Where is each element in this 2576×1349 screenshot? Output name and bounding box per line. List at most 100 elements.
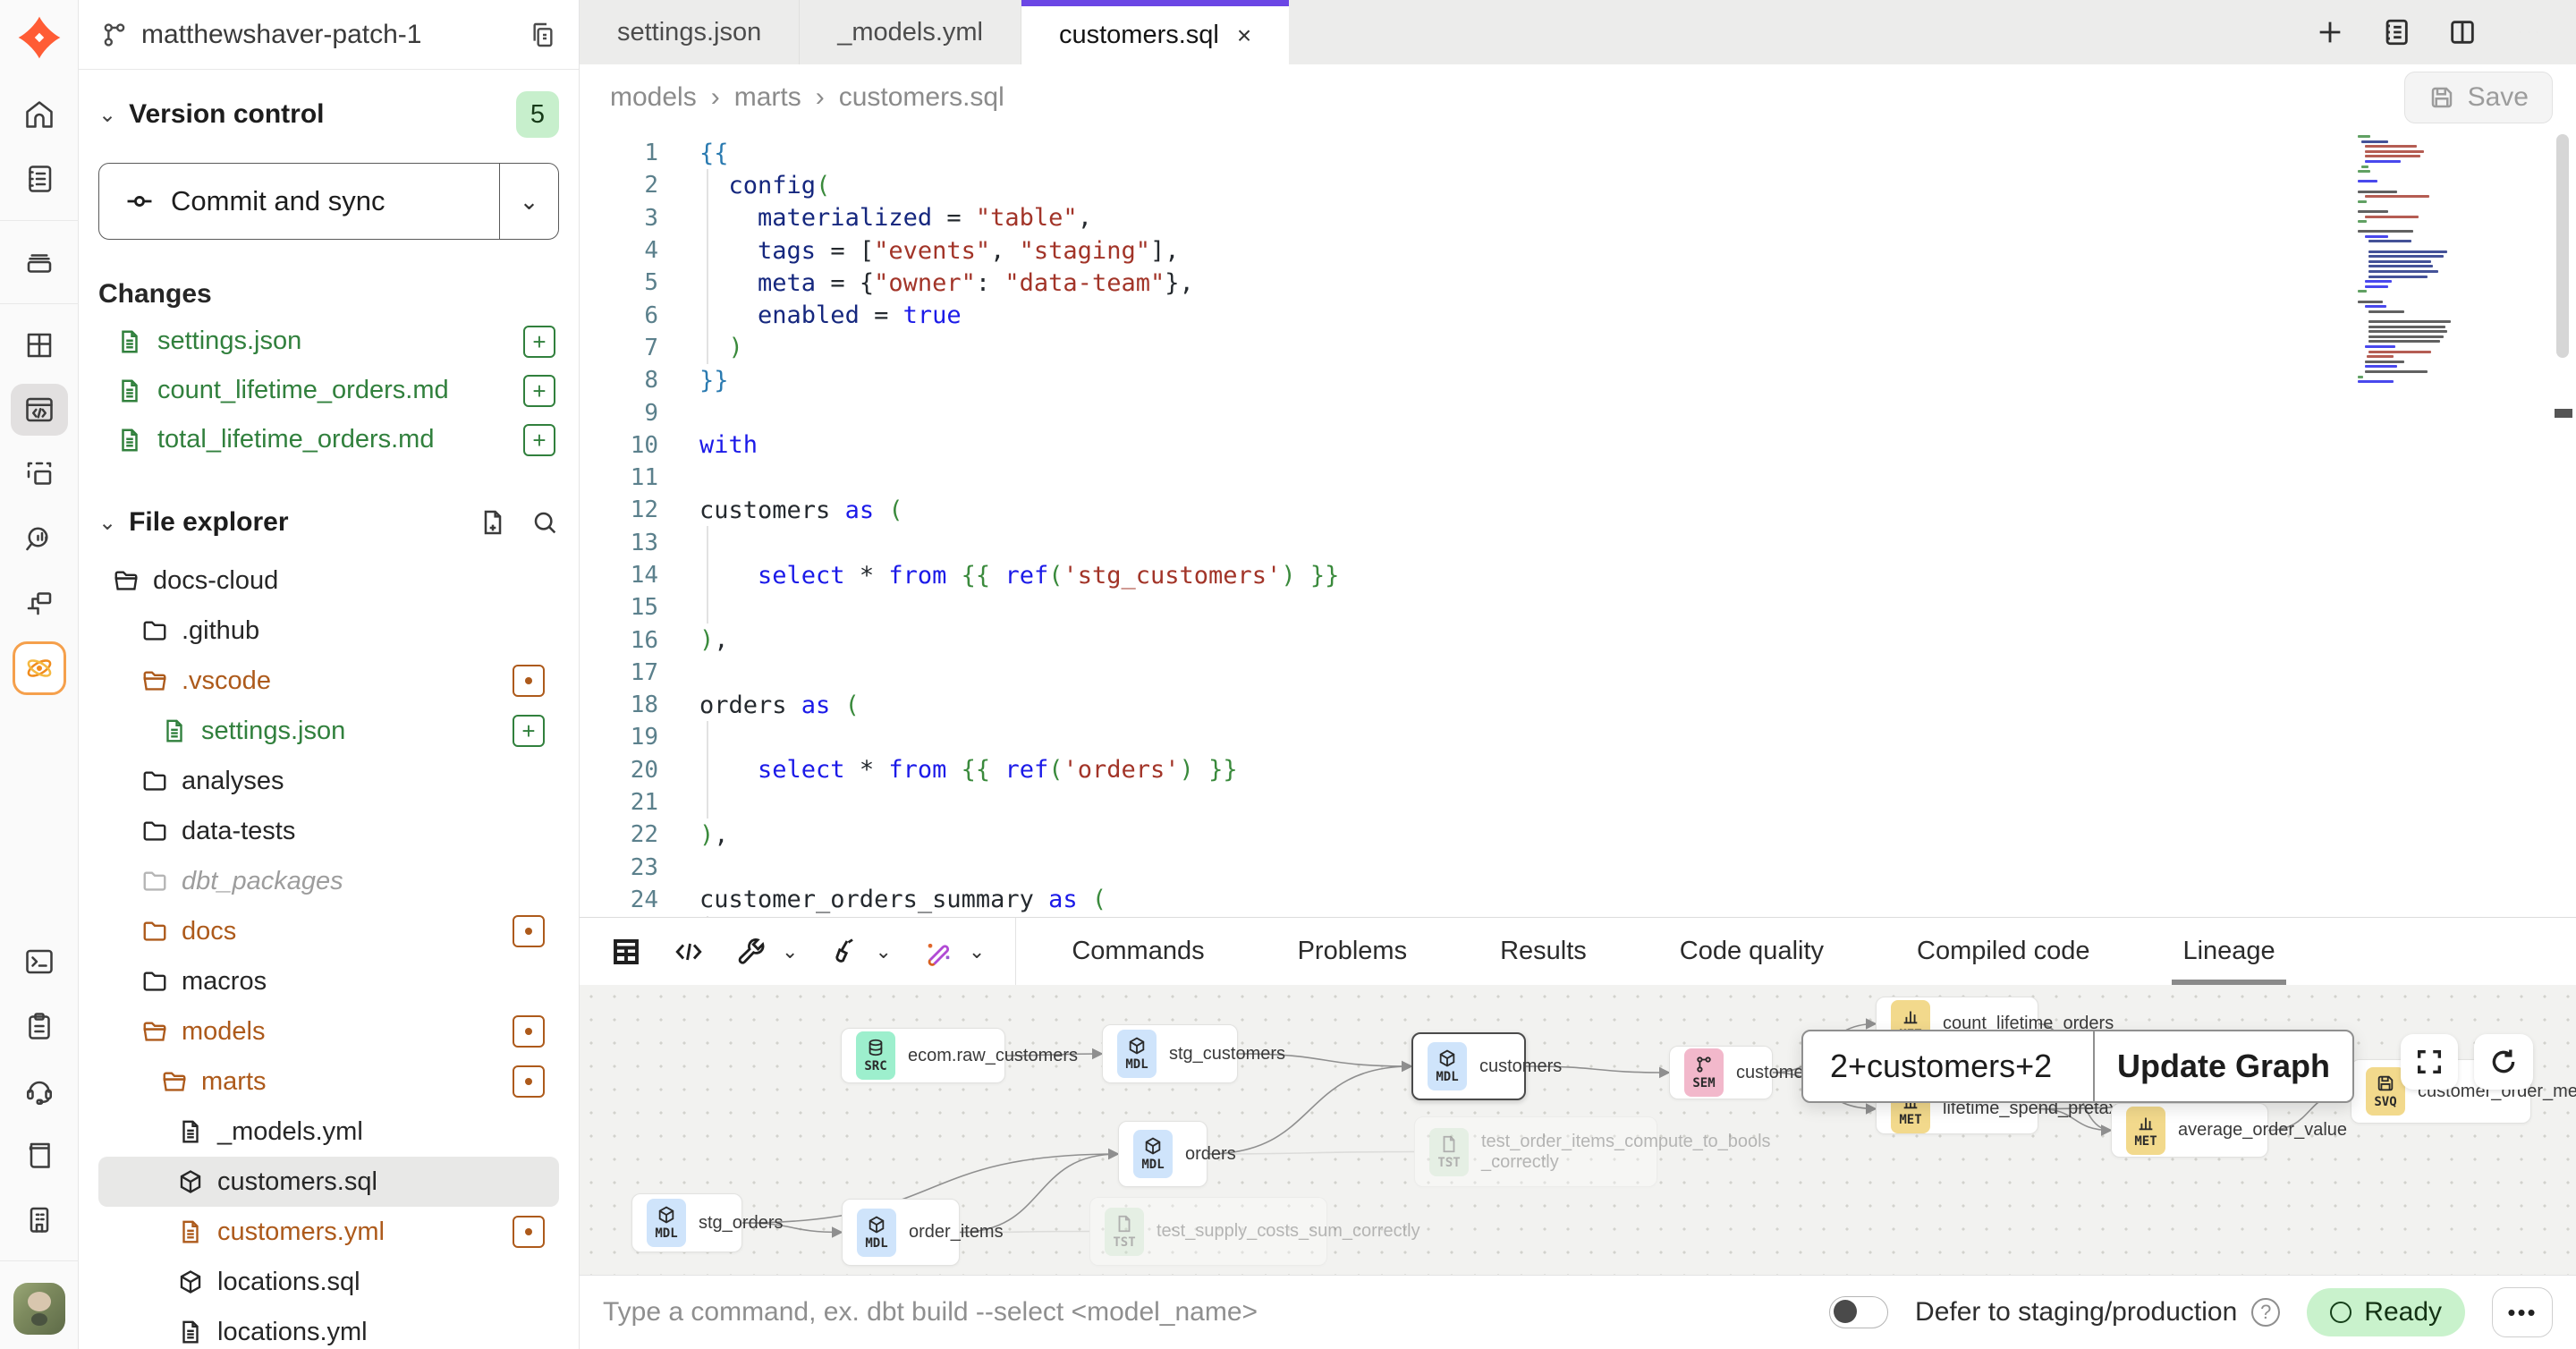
clipboard-icon[interactable] xyxy=(11,1000,68,1052)
file-tree-item-settings-json[interactable]: settings.json+ xyxy=(98,706,559,756)
lineage-node-test_order_items[interactable]: TSTtest_order_items_compute_to_bools _co… xyxy=(1414,1116,1657,1187)
fullscreen-button[interactable] xyxy=(2401,1034,2458,1090)
status-ring-icon xyxy=(2330,1302,2351,1323)
tab-customers.sql[interactable]: customers.sql× xyxy=(1021,0,1289,64)
build-options-caret[interactable]: ⌄ xyxy=(782,940,798,963)
panel-tab-problems[interactable]: Problems xyxy=(1251,918,1454,985)
panel-tab-results[interactable]: Results xyxy=(1453,918,1633,985)
save-button[interactable]: Save xyxy=(2404,72,2553,123)
stage-change-icon[interactable]: + xyxy=(523,375,555,407)
minimap[interactable] xyxy=(2358,135,2510,386)
preview-table-icon[interactable] xyxy=(610,936,642,968)
search-icon[interactable] xyxy=(530,508,559,537)
code-editor-icon[interactable] xyxy=(11,384,68,436)
file-tree-item-marts[interactable]: marts xyxy=(98,1056,559,1107)
panel-tab-code-quality[interactable]: Code quality xyxy=(1633,918,1870,985)
code-line: 3 materialized = "table", xyxy=(580,202,1339,234)
insights-icon[interactable] xyxy=(11,513,68,564)
ai-fix-wand-icon[interactable] xyxy=(922,936,954,968)
defer-toggle[interactable] xyxy=(1829,1296,1888,1328)
new-file-icon[interactable] xyxy=(479,508,507,537)
file-tree-item-customers-yml[interactable]: customers.yml xyxy=(98,1207,559,1257)
code-editor[interactable]: 1{{2 config(3 materialized = "table",4 t… xyxy=(580,130,2576,917)
copy-icon[interactable] xyxy=(529,21,557,49)
code-line: 1{{ xyxy=(580,137,1339,169)
panel-tab-commands[interactable]: Commands xyxy=(1025,918,1250,985)
commit-options-caret[interactable]: ⌄ xyxy=(499,164,558,239)
lineage-canvas[interactable]: SRCecom.raw_customers MDLstg_customers MDL… xyxy=(580,985,2576,1275)
notebook-icon[interactable] xyxy=(11,153,68,205)
stage-change-icon[interactable]: + xyxy=(523,326,555,358)
lineage-node-order_items[interactable]: MDLorder_items xyxy=(842,1199,960,1266)
ready-status-badge[interactable]: Ready xyxy=(2307,1288,2465,1336)
file-tree-item-analyses[interactable]: analyses xyxy=(98,756,559,806)
dashboard-icon[interactable] xyxy=(11,319,68,371)
help-icon[interactable]: ? xyxy=(2251,1298,2280,1327)
lineage-node-raw_customers[interactable]: SRCecom.raw_customers xyxy=(841,1028,1005,1083)
command-input[interactable]: Type a command, ex. dbt build --select <… xyxy=(603,1297,1802,1328)
lineage-node-customers_sem[interactable]: SEMcustomers xyxy=(1669,1046,1773,1099)
extensions-icon[interactable] xyxy=(11,577,68,629)
tab-_models.yml[interactable]: _models.yml xyxy=(800,0,1021,64)
file-tree-item-docs[interactable]: docs xyxy=(98,906,559,956)
lineage-node-avg_order_value[interactable]: METaverage_order_value xyxy=(2111,1103,2268,1158)
build-wrench-icon[interactable] xyxy=(735,936,767,968)
file-tree-item-models[interactable]: models xyxy=(98,1006,559,1056)
mdl-badge-icon: MDL xyxy=(1428,1042,1467,1090)
terminal-icon[interactable] xyxy=(11,936,68,988)
clean-broom-icon[interactable] xyxy=(828,936,860,968)
lineage-selector-input[interactable]: 2+customers+2 xyxy=(1803,1031,2093,1101)
organization-icon[interactable] xyxy=(11,1193,68,1245)
lineage-node-customers_mdl[interactable]: MDLcustomers xyxy=(1411,1032,1526,1100)
file-tree-item-macros[interactable]: macros xyxy=(98,956,559,1006)
home-icon[interactable] xyxy=(11,89,68,140)
breadcrumb-item[interactable]: models xyxy=(610,82,697,113)
file-tree-item-docs-cloud[interactable]: docs-cloud xyxy=(98,556,559,606)
file-tree-item-customers-sql[interactable]: customers.sql xyxy=(98,1157,559,1207)
breadcrumb-item[interactable]: marts xyxy=(734,82,801,113)
lineage-node-orders[interactable]: MDLorders xyxy=(1118,1121,1208,1187)
support-headset-icon[interactable] xyxy=(11,1065,68,1116)
user-avatar[interactable] xyxy=(13,1283,65,1335)
update-graph-button[interactable]: Update Graph xyxy=(2093,1031,2352,1101)
file-tree-item-dbt-packages[interactable]: dbt_packages xyxy=(98,856,559,906)
file-tree-item-locations-yml[interactable]: locations.yml xyxy=(98,1307,559,1349)
canvas-icon[interactable] xyxy=(11,448,68,500)
stage-change-icon[interactable]: + xyxy=(523,424,555,456)
lineage-node-stg_customers[interactable]: MDLstg_customers xyxy=(1102,1024,1238,1083)
split-editor-icon[interactable] xyxy=(2447,17,2478,47)
version-control-header[interactable]: ⌄ Version control 5 xyxy=(98,91,559,138)
branch-selector[interactable]: matthewshaver-patch-1 xyxy=(79,0,579,70)
change-item[interactable]: settings.json+ xyxy=(98,317,559,366)
status-more-button[interactable]: ••• xyxy=(2492,1287,2553,1337)
breadcrumb-item[interactable]: customers.sql xyxy=(839,82,1004,113)
lineage-node-test_supply[interactable]: TSTtest_supply_costs_sum_correctly xyxy=(1089,1197,1327,1266)
file-tree-item--models-yml[interactable]: _models.yml xyxy=(98,1107,559,1157)
file-tree-item-locations-sql[interactable]: locations.sql xyxy=(98,1257,559,1307)
ai-fix-options-caret[interactable]: ⌄ xyxy=(969,940,985,963)
docs-icon[interactable] xyxy=(11,1129,68,1181)
file-tree-item--github[interactable]: .github xyxy=(98,606,559,656)
new-tab-icon[interactable] xyxy=(2315,17,2345,47)
editor-scrollbar[interactable] xyxy=(2556,134,2569,358)
file-tree-item--vscode[interactable]: .vscode xyxy=(98,656,559,706)
file-explorer-header[interactable]: ⌄ File explorer xyxy=(98,507,559,538)
dbt-logo-icon[interactable] xyxy=(11,9,68,66)
line-number: 3 xyxy=(580,205,658,232)
jobs-icon[interactable] xyxy=(11,236,68,288)
file-tree-item-data-tests[interactable]: data-tests xyxy=(98,806,559,856)
open-editors-icon[interactable] xyxy=(2381,17,2411,47)
close-tab-icon[interactable]: × xyxy=(1237,21,1251,50)
change-item[interactable]: total_lifetime_orders.md+ xyxy=(98,415,559,464)
change-item[interactable]: count_lifetime_orders.md+ xyxy=(98,366,559,415)
more-actions-icon[interactable] xyxy=(2513,17,2544,47)
dbt-copilot-icon[interactable] xyxy=(13,641,66,695)
refresh-graph-button[interactable] xyxy=(2474,1034,2533,1090)
compile-code-icon[interactable] xyxy=(673,936,705,968)
lineage-node-stg_orders[interactable]: MDLstg_orders xyxy=(631,1193,742,1252)
clean-options-caret[interactable]: ⌄ xyxy=(875,940,891,963)
tab-settings.json[interactable]: settings.json xyxy=(580,0,800,64)
panel-tab-lineage[interactable]: Lineage xyxy=(2136,918,2321,985)
panel-tab-compiled-code[interactable]: Compiled code xyxy=(1870,918,2136,985)
commit-and-sync-main[interactable]: Commit and sync xyxy=(99,164,499,239)
